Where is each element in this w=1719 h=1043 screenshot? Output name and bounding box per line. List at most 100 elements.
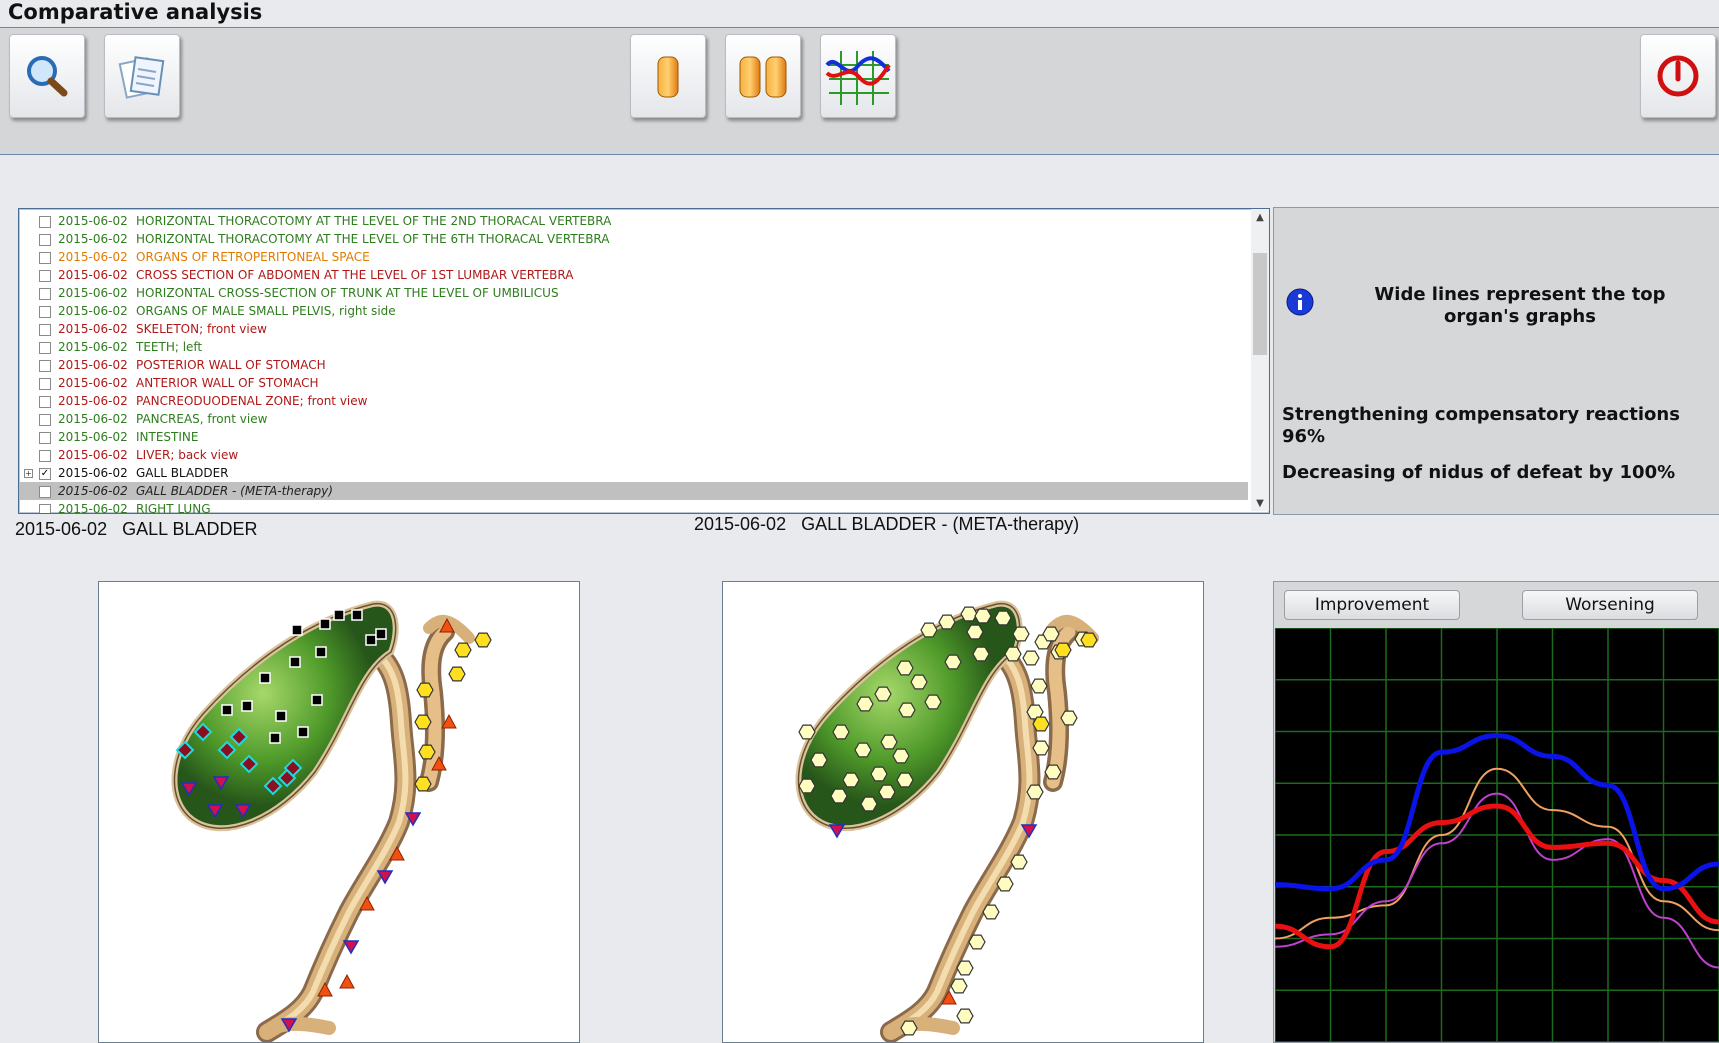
- comparison-graph: [1275, 628, 1719, 1042]
- list-item-name: GALL BLADDER: [136, 466, 229, 480]
- list-item-checkbox[interactable]: [39, 414, 51, 426]
- list-item-checkbox[interactable]: [39, 252, 51, 264]
- list-item-date: 2015-06-02: [58, 358, 128, 372]
- list-item-name: CROSS SECTION OF ABDOMEN AT THE LEVEL OF…: [136, 268, 574, 282]
- list-item[interactable]: 2015-06-02 INTESTINE: [19, 428, 1248, 446]
- single-capsule-icon: [657, 56, 679, 98]
- window-title: Comparative analysis: [8, 0, 263, 24]
- list-item[interactable]: 2015-06-02 SKELETON; front view: [19, 320, 1248, 338]
- list-item-checkbox[interactable]: [39, 234, 51, 246]
- list-item[interactable]: 2015-06-02 HORIZONTAL THORACOTOMY AT THE …: [19, 212, 1248, 230]
- list-item-name: ORGANS OF RETROPERITONEAL SPACE: [136, 250, 370, 264]
- worsening-button[interactable]: Worsening: [1522, 590, 1698, 620]
- list-item-date: 2015-06-02: [58, 394, 128, 408]
- list-item-name: HORIZONTAL CROSS-SECTION OF TRUNK AT THE…: [136, 286, 559, 300]
- list-item[interactable]: 2015-06-02 ORGANS OF MALE SMALL PELVIS, r…: [19, 302, 1248, 320]
- improvement-button[interactable]: Improvement: [1284, 590, 1460, 620]
- list-item-name: POSTERIOR WALL OF STOMACH: [136, 358, 326, 372]
- search-button[interactable]: [9, 34, 85, 118]
- nidus-defeat-stat: Decreasing of nidus of defeat by 100%: [1282, 462, 1676, 483]
- left-organ-image: [98, 581, 580, 1043]
- double-capsule-icon: [739, 56, 787, 98]
- gall-bladder-illustration: [171, 600, 492, 1042]
- documents-icon: [118, 56, 165, 99]
- list-item-date: 2015-06-02: [58, 466, 128, 480]
- list-item-name: HORIZONTAL THORACOTOMY AT THE LEVEL OF T…: [136, 214, 612, 228]
- list-item-checkbox[interactable]: [39, 288, 51, 300]
- left-image-caption: 2015-06-02 GALL BLADDER: [15, 519, 258, 539]
- list-item-name: ANTERIOR WALL OF STOMACH: [136, 376, 319, 390]
- scroll-thumb[interactable]: [1253, 253, 1267, 355]
- list-item-name: HORIZONTAL THORACOTOMY AT THE LEVEL OF T…: [136, 232, 610, 246]
- list-item-checkbox[interactable]: [39, 504, 51, 513]
- scroll-down-icon[interactable]: ▼: [1255, 499, 1265, 509]
- single-view-button[interactable]: [630, 34, 706, 118]
- list-item[interactable]: 2015-06-02 POSTERIOR WALL OF STOMACH: [19, 356, 1248, 374]
- list-item-date: 2015-06-02: [58, 412, 128, 426]
- info-panel: Wide lines represent the top organ's gra…: [1273, 207, 1719, 515]
- organ-list[interactable]: 2015-06-02 HORIZONTAL THORACOTOMY AT THE …: [18, 208, 1270, 514]
- list-item-date: 2015-06-02: [58, 250, 128, 264]
- list-item-name: LIVER; back view: [136, 448, 239, 462]
- list-item[interactable]: 2015-06-02 ORGANS OF RETROPERITONEAL SPAC…: [19, 248, 1248, 266]
- list-item-checkbox[interactable]: [39, 324, 51, 336]
- list-item-date: 2015-06-02: [58, 484, 128, 498]
- list-scrollbar[interactable]: ▲ ▼: [1251, 209, 1269, 511]
- info-icon: [1286, 288, 1314, 316]
- list-item-name: INTESTINE: [136, 430, 199, 444]
- list-item-name: TEETH; left: [136, 340, 203, 354]
- list-item[interactable]: 2015-06-02 RIGHT LUNG: [19, 500, 1248, 514]
- list-item-checkbox[interactable]: [39, 306, 51, 318]
- info-note: Wide lines represent the top organ's gra…: [1374, 284, 1666, 327]
- list-item-checkbox[interactable]: [39, 360, 51, 372]
- list-item[interactable]: + ✓ 2015-06-02 GALL BLADDER: [19, 464, 1248, 482]
- graph-panel: Improvement Worsening: [1273, 581, 1719, 1043]
- list-item-date: 2015-06-02: [58, 304, 128, 318]
- power-icon: [1657, 55, 1699, 97]
- expand-icon[interactable]: +: [24, 469, 33, 478]
- list-item[interactable]: 2015-06-02 HORIZONTAL THORACOTOMY AT THE …: [19, 230, 1248, 248]
- list-item-date: 2015-06-02: [58, 286, 128, 300]
- list-item-date: 2015-06-02: [58, 448, 128, 462]
- list-item[interactable]: 2015-06-02 HORIZONTAL CROSS-SECTION OF TR…: [19, 284, 1248, 302]
- toolbar: [0, 28, 1719, 155]
- list-item[interactable]: 2015-06-02 TEETH; left: [19, 338, 1248, 356]
- list-item-name: GALL BLADDER - (META-therapy): [136, 484, 333, 498]
- right-image-caption: 2015-06-02 GALL BLADDER - (META-therapy): [694, 514, 1080, 534]
- double-view-button[interactable]: [725, 34, 801, 118]
- list-item[interactable]: 2015-06-02 PANCREODUODENAL ZONE; front vi…: [19, 392, 1248, 410]
- list-item-date: 2015-06-02: [58, 268, 128, 282]
- list-item[interactable]: 2015-06-02 CROSS SECTION OF ABDOMEN AT TH…: [19, 266, 1248, 284]
- list-item-date: 2015-06-02: [58, 232, 128, 246]
- title-bar: Comparative analysis: [0, 0, 1719, 28]
- list-item-checkbox[interactable]: [39, 486, 51, 498]
- list-item-name: PANCREODUODENAL ZONE; front view: [136, 394, 368, 408]
- compensatory-reactions-stat: Strengthening compensatory reactions 96%: [1282, 404, 1680, 447]
- list-item-date: 2015-06-02: [58, 322, 128, 336]
- list-item[interactable]: 2015-06-02 ANTERIOR WALL OF STOMACH: [19, 374, 1248, 392]
- scroll-up-icon[interactable]: ▲: [1255, 213, 1265, 223]
- list-item-checkbox[interactable]: [39, 270, 51, 282]
- list-item-name: ORGANS OF MALE SMALL PELVIS, right side: [136, 304, 396, 318]
- list-item-checkbox[interactable]: [39, 342, 51, 354]
- gall-bladder-meta-illustration: [795, 600, 1099, 1042]
- report-button[interactable]: [104, 34, 180, 118]
- list-item-checkbox[interactable]: [39, 450, 51, 462]
- graph-view-button[interactable]: [820, 34, 896, 118]
- list-item-checkbox[interactable]: [39, 378, 51, 390]
- list-item-date: 2015-06-02: [58, 340, 128, 354]
- list-item[interactable]: 2015-06-02 PANCREAS, front view: [19, 410, 1248, 428]
- list-item[interactable]: 2015-06-02 GALL BLADDER - (META-therapy): [19, 482, 1248, 500]
- list-item-checkbox[interactable]: [39, 396, 51, 408]
- list-item-checkbox[interactable]: [39, 432, 51, 444]
- list-item-name: SKELETON; front view: [136, 322, 267, 336]
- list-item-checkbox[interactable]: ✓: [39, 468, 51, 480]
- list-item-date: 2015-06-02: [58, 502, 128, 514]
- list-item-checkbox[interactable]: [39, 216, 51, 228]
- list-item-name: PANCREAS, front view: [136, 412, 268, 426]
- exit-button[interactable]: [1640, 34, 1716, 118]
- list-item[interactable]: 2015-06-02 LIVER; back view: [19, 446, 1248, 464]
- list-item-date: 2015-06-02: [58, 214, 128, 228]
- graph-icon: [825, 51, 891, 105]
- magnifier-icon: [27, 56, 68, 97]
